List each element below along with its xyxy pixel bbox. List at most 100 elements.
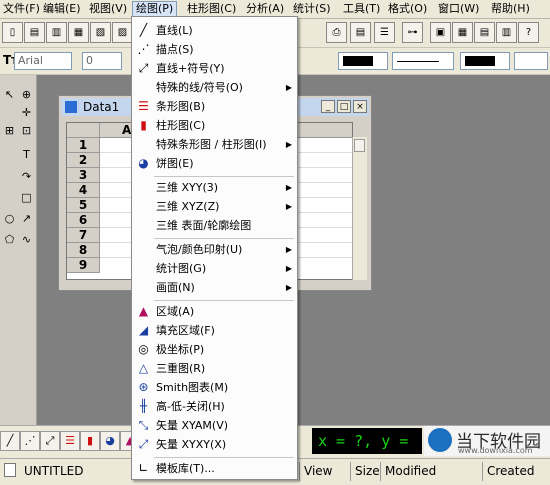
- menu-edit[interactable]: 编辑(E): [40, 2, 84, 16]
- arrange-icon[interactable]: ☰: [374, 22, 395, 43]
- row-header[interactable]: 5: [67, 198, 100, 213]
- fill-color-select[interactable]: [338, 52, 388, 70]
- menu-item-bubble[interactable]: 气泡/颜色印射(U) ▶: [132, 240, 297, 259]
- menu-statistics[interactable]: 统计(S): [290, 2, 334, 16]
- row-header[interactable]: 6: [67, 213, 100, 228]
- menu-analysis[interactable]: 分析(A): [243, 2, 287, 16]
- help-icon[interactable]: ?: [518, 22, 539, 43]
- font-select[interactable]: Arial: [14, 52, 72, 70]
- tools-palette: ↖ ⊕ ✛ ⊞ ⊡ T ↷ □ ↗ ∿ ○ ⬠: [0, 75, 37, 425]
- menu-item-3d-xyy[interactable]: 三维 XYY(3) ▶: [132, 178, 297, 197]
- menu-item-panel[interactable]: 画面(N) ▶: [132, 278, 297, 297]
- crosshair-icon[interactable]: ✛: [18, 105, 35, 121]
- row-header[interactable]: 1: [67, 138, 100, 153]
- menu-help[interactable]: 帮助(H): [488, 2, 533, 16]
- menu-item-3d-surface[interactable]: 三维 表面/轮廓绘图: [132, 216, 297, 235]
- smith-icon: ⊛: [138, 380, 149, 394]
- curve-icon[interactable]: ↷: [18, 169, 35, 185]
- tree-icon[interactable]: ⊶: [402, 22, 423, 43]
- menu-item-smith[interactable]: ⊛ Smith图表(M): [132, 378, 297, 397]
- ellipse-icon[interactable]: ○: [1, 211, 18, 227]
- bar-plot-icon[interactable]: ☰: [60, 431, 80, 451]
- menu-item-line[interactable]: ╱ 直线(L): [132, 21, 297, 40]
- scatter-icon: ⋰: [137, 42, 150, 56]
- menu-item-special-bar[interactable]: 特殊条形图 / 柱形图(I) ▶: [132, 135, 297, 154]
- pointer-icon[interactable]: ↖: [1, 87, 18, 103]
- symbol-select[interactable]: [514, 52, 548, 70]
- line-symbol-plot-icon[interactable]: ⤢: [40, 431, 60, 451]
- menu-item-column[interactable]: ▮ 柱形图(C): [132, 116, 297, 135]
- bar-icon: ☰: [138, 99, 149, 113]
- menu-item-polar[interactable]: ◎ 极坐标(P): [132, 340, 297, 359]
- menu-item-area[interactable]: ▲ 区域(A): [132, 302, 297, 321]
- menu-tools[interactable]: 工具(T): [340, 2, 383, 16]
- menu-item-special-line[interactable]: 特殊的线/符号(O) ▶: [132, 78, 297, 97]
- menu-file[interactable]: 文件(F): [0, 2, 43, 16]
- menu-item-statistics[interactable]: 统计图(G) ▶: [132, 259, 297, 278]
- grid-corner[interactable]: [67, 123, 100, 138]
- status-modified: Modified: [380, 462, 436, 481]
- window-cascade-icon[interactable]: ▥: [496, 22, 517, 43]
- line-color-select[interactable]: [460, 52, 510, 70]
- worksheet-icon: [65, 101, 77, 113]
- print-icon[interactable]: ⎙: [326, 22, 347, 43]
- arrow-tool-icon[interactable]: ↗: [18, 211, 35, 227]
- polygon-icon[interactable]: ⬠: [1, 232, 18, 248]
- menu-item-bar[interactable]: ☰ 条形图(B): [132, 97, 297, 116]
- scatter-plot-icon[interactable]: ⋰: [20, 431, 40, 451]
- layout-icon[interactable]: ▤: [350, 22, 371, 43]
- menu-window[interactable]: 窗口(W): [435, 2, 482, 16]
- menu-column-chart[interactable]: 柱形图(C): [184, 2, 239, 16]
- watermark-logo-icon: [428, 428, 452, 452]
- menu-item-scatter[interactable]: ⋰ 描点(S): [132, 40, 297, 59]
- minimize-icon[interactable]: _: [321, 100, 335, 113]
- menu-view[interactable]: 视图(V): [86, 2, 130, 16]
- menu-item-hilo[interactable]: ╫ 高-低-关闭(H): [132, 397, 297, 416]
- size-select[interactable]: 0: [82, 52, 122, 70]
- page-icon[interactable]: ▦: [68, 22, 89, 43]
- save-icon[interactable]: ▥: [46, 22, 67, 43]
- worksheet-icon[interactable]: ▧: [90, 22, 111, 43]
- menu-item-3d-xyz[interactable]: 三维 XYZ(Z) ▶: [132, 197, 297, 216]
- row-header[interactable]: 4: [67, 183, 100, 198]
- menu-item-template[interactable]: ∟ 模板库(T)...: [132, 459, 297, 478]
- line-color-swatch: [465, 56, 495, 66]
- row-header[interactable]: 7: [67, 228, 100, 243]
- menu-item-vector-xyam[interactable]: ⤡ 矢量 XYAM(V): [132, 416, 297, 435]
- window-tile-icon[interactable]: ▣: [430, 22, 451, 43]
- menu-item-pie[interactable]: ◕ 饼图(E): [132, 154, 297, 173]
- text-icon[interactable]: T: [18, 147, 35, 163]
- window-list-icon[interactable]: ▤: [474, 22, 495, 43]
- scrollbar-thumb[interactable]: [354, 139, 365, 152]
- select-icon[interactable]: ⊞: [1, 123, 18, 139]
- menu-format[interactable]: 格式(O): [385, 2, 430, 16]
- menu-item-line-symbol[interactable]: ⤢ 直线+符号(Y): [132, 59, 297, 78]
- zoom-icon[interactable]: ⊕: [18, 87, 35, 103]
- submenu-arrow-icon: ▶: [285, 245, 292, 254]
- menu-item-vector-xyxy[interactable]: ⤢ 矢量 XYXY(X): [132, 435, 297, 454]
- graph-icon[interactable]: ▨: [112, 22, 133, 43]
- rectangle-icon[interactable]: □: [18, 190, 35, 206]
- new-icon[interactable]: ▯: [2, 22, 23, 43]
- window-grid-icon[interactable]: ▦: [452, 22, 473, 43]
- line-style-select[interactable]: [392, 52, 454, 70]
- maximize-icon[interactable]: □: [337, 100, 351, 113]
- menu-item-fill-area[interactable]: ◢ 填充区域(F): [132, 321, 297, 340]
- worksheet-scrollbar[interactable]: [352, 137, 367, 280]
- data-reader-icon[interactable]: ⊡: [18, 123, 35, 139]
- column-plot-icon[interactable]: ▮: [80, 431, 100, 451]
- menu-item-ternary[interactable]: △ 三重图(R): [132, 359, 297, 378]
- row-header[interactable]: 3: [67, 168, 100, 183]
- open-icon[interactable]: ▤: [24, 22, 45, 43]
- pie-plot-icon[interactable]: ◕: [100, 431, 120, 451]
- submenu-arrow-icon: ▶: [285, 183, 292, 192]
- watermark-url: www.downxia.com: [458, 446, 533, 455]
- close-icon[interactable]: ×: [353, 100, 367, 113]
- row-header[interactable]: 9: [67, 258, 100, 273]
- line-plot-icon[interactable]: ╱: [0, 431, 20, 451]
- polar-icon: ◎: [138, 342, 149, 356]
- row-header[interactable]: 2: [67, 153, 100, 168]
- row-header[interactable]: 8: [67, 243, 100, 258]
- menu-plot[interactable]: 绘图(P): [132, 1, 178, 17]
- freehand-icon[interactable]: ∿: [18, 232, 35, 248]
